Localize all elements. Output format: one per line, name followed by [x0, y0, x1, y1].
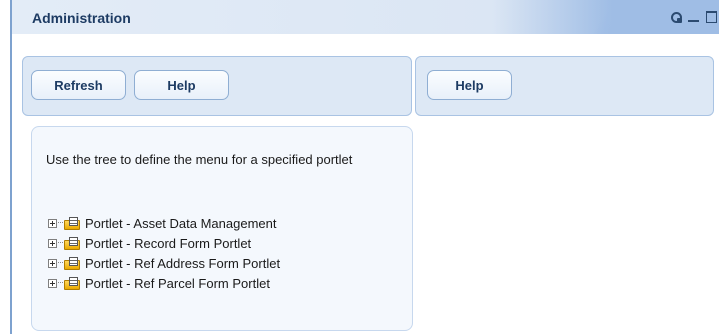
minimize-icon[interactable] — [688, 11, 700, 23]
help-button-left[interactable]: Help — [134, 70, 229, 100]
folder-icon — [64, 216, 80, 230]
instructions-text: Use the tree to define the menu for a sp… — [46, 152, 353, 167]
folder-icon — [64, 276, 80, 290]
refresh-button[interactable]: Refresh — [31, 70, 126, 100]
tree-node-ref-parcel-form[interactable]: Portlet - Ref Parcel Form Portlet — [48, 273, 280, 293]
portlet-title: Administration — [32, 10, 131, 26]
tree-connector — [58, 282, 63, 284]
expand-icon[interactable] — [48, 258, 57, 268]
expand-icon[interactable] — [48, 218, 57, 228]
help-button-right[interactable]: Help — [427, 70, 512, 100]
portlet-tree: Portlet - Asset Data Management Portlet … — [48, 213, 280, 293]
tree-toolbar: Refresh Help — [22, 56, 412, 116]
maximize-icon[interactable] — [706, 11, 717, 23]
tree-connector — [58, 262, 63, 264]
expand-icon[interactable] — [48, 278, 57, 288]
tree-node-label[interactable]: Portlet - Ref Parcel Form Portlet — [85, 276, 270, 291]
portlet-window-controls — [670, 11, 717, 23]
portlet-border — [10, 34, 12, 334]
tree-node-record-form[interactable]: Portlet - Record Form Portlet — [48, 233, 280, 253]
expand-icon[interactable] — [48, 238, 57, 248]
tree-connector — [58, 242, 63, 244]
detail-toolbar: Help — [415, 56, 714, 116]
tree-node-label[interactable]: Portlet - Record Form Portlet — [85, 236, 251, 251]
folder-icon — [64, 236, 80, 250]
tree-node-label[interactable]: Portlet - Ref Address Form Portlet — [85, 256, 280, 271]
tree-node-ref-address-form[interactable]: Portlet - Ref Address Form Portlet — [48, 253, 280, 273]
tree-panel: Use the tree to define the menu for a sp… — [31, 126, 413, 331]
portlet-header: Administration — [10, 0, 719, 34]
tree-node-label[interactable]: Portlet - Asset Data Management — [85, 216, 276, 231]
folder-icon — [64, 256, 80, 270]
tree-connector — [58, 222, 63, 224]
settings-icon[interactable] — [670, 11, 682, 23]
tree-node-asset-data-management[interactable]: Portlet - Asset Data Management — [48, 213, 280, 233]
